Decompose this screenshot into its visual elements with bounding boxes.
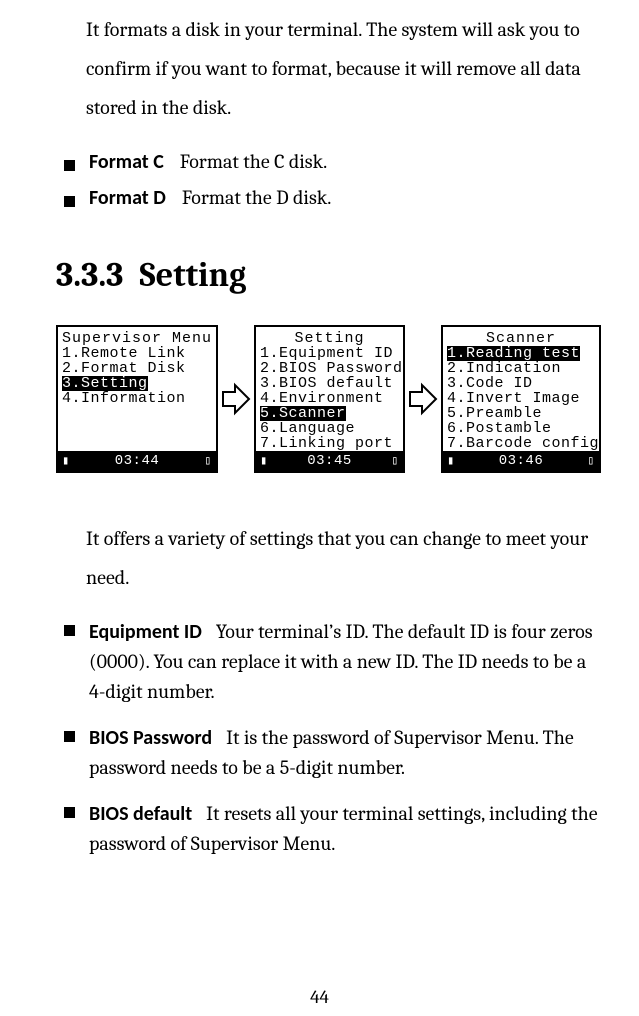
- setting-item-equipment-id: Equipment IDYour terminal’s ID. The defa…: [64, 617, 601, 707]
- arrow-right-icon: [220, 381, 252, 417]
- setting-item-bios-default: BIOS defaultIt resets all your terminal …: [64, 799, 601, 859]
- lcd-line-selected: 3.Setting: [62, 376, 148, 391]
- lcd-line: 2.Format Disk: [62, 361, 216, 376]
- format-item-d: Format D Format the D disk.: [64, 181, 601, 215]
- lcd-clock: 03:44: [115, 454, 160, 468]
- bullet-square-icon: [64, 731, 75, 742]
- lcd-line: 2.Indication: [447, 361, 599, 376]
- lcd-clock: 03:45: [307, 454, 352, 468]
- signal-icon: ▮: [447, 455, 455, 467]
- signal-icon: ▮: [260, 455, 268, 467]
- battery-icon: ▯: [391, 455, 399, 467]
- setting-list: Equipment IDYour terminal’s ID. The defa…: [64, 617, 601, 859]
- lcd-line: 2.BIOS Password: [260, 361, 403, 376]
- bullet-square-icon: [64, 625, 75, 636]
- setting-intro-text: It offers a variety of settings that you…: [86, 519, 601, 597]
- bullet-square-icon: [64, 196, 75, 207]
- lcd-line: 6.Postamble: [447, 421, 599, 436]
- setting-item-bios-password: BIOS PasswordIt is the password of Super…: [64, 723, 601, 783]
- bullet-square-icon: [64, 160, 75, 171]
- lcd-clock: 03:46: [499, 454, 544, 468]
- format-item-desc: Format the C disk.: [180, 145, 327, 178]
- lcd-line: 7.Barcode config: [447, 436, 599, 451]
- lcd-line-selected: 5.Scanner: [260, 406, 346, 421]
- page-number: 44: [0, 986, 639, 1008]
- lcd-line-selected: 1.Reading test: [447, 346, 580, 361]
- format-item-c: Format C Format the C disk.: [64, 145, 601, 179]
- battery-icon: ▯: [204, 455, 212, 467]
- setting-item-term: Equipment ID: [89, 620, 202, 644]
- lcd-line: 1.Remote Link: [62, 346, 216, 361]
- signal-icon: ▮: [62, 455, 70, 467]
- terminal-screen-setting: Setting 1.Equipment ID 2.BIOS Password 3…: [254, 325, 405, 473]
- terminal-screen-scanner: Scanner 1.Reading test 2.Indication 3.Co…: [441, 325, 601, 473]
- format-item-term: Format D: [89, 182, 166, 215]
- lcd-line: 4.Information: [62, 391, 216, 406]
- section-number: 3.3.3: [56, 255, 123, 295]
- lcd-title: Supervisor Menu: [62, 331, 216, 346]
- terminal-screens-row: Supervisor Menu 1.Remote Link 2.Format D…: [56, 325, 601, 473]
- section-heading: 3.3.3 Setting: [56, 255, 601, 295]
- lcd-status-bar: ▮ 03:45 ▯: [256, 451, 403, 471]
- setting-item-term: BIOS default: [89, 802, 192, 826]
- lcd-line: 5.Preamble: [447, 406, 599, 421]
- lcd-line: 7.Linking port: [260, 436, 403, 451]
- lcd-status-bar: ▮ 03:46 ▯: [443, 451, 599, 471]
- lcd-line: 3.Code ID: [447, 376, 599, 391]
- arrow-right-icon: [407, 381, 439, 417]
- lcd-line: 4.Invert Image: [447, 391, 599, 406]
- format-list: Format C Format the C disk. Format D For…: [64, 145, 601, 215]
- lcd-line: 3.BIOS default: [260, 376, 403, 391]
- lcd-title: Setting: [260, 331, 403, 346]
- bullet-square-icon: [64, 807, 75, 818]
- lcd-body: Supervisor Menu 1.Remote Link 2.Format D…: [58, 327, 216, 451]
- terminal-screen-supervisor: Supervisor Menu 1.Remote Link 2.Format D…: [56, 325, 218, 473]
- lcd-line: 1.Equipment ID: [260, 346, 403, 361]
- lcd-line: 4.Environment: [260, 391, 403, 406]
- section-title: Setting: [139, 255, 246, 295]
- battery-icon: ▯: [587, 455, 595, 467]
- lcd-body: Scanner 1.Reading test 2.Indication 3.Co…: [443, 327, 599, 451]
- format-intro-text: It formats a disk in your terminal. The …: [86, 10, 601, 127]
- lcd-status-bar: ▮ 03:44 ▯: [58, 451, 216, 471]
- format-item-desc: Format the D disk.: [182, 181, 332, 214]
- lcd-title: Scanner: [447, 331, 599, 346]
- setting-item-term: BIOS Password: [89, 726, 212, 750]
- lcd-body: Setting 1.Equipment ID 2.BIOS Password 3…: [256, 327, 403, 451]
- lcd-line: 6.Language: [260, 421, 403, 436]
- format-item-term: Format C: [89, 146, 164, 179]
